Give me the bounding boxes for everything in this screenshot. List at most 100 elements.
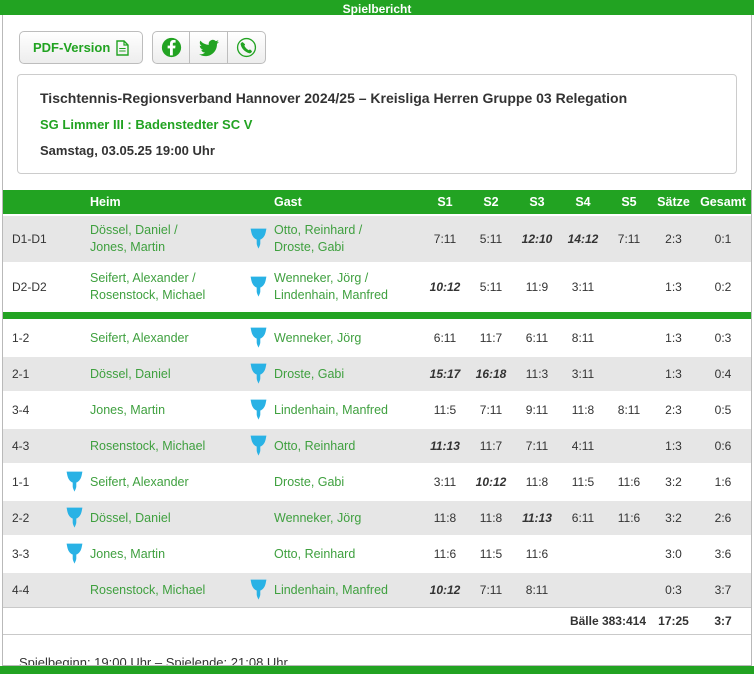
set-score: 10:12 xyxy=(422,263,468,311)
toolbar: PDF-Version xyxy=(3,15,751,74)
sets-result: 3:2 xyxy=(652,464,695,500)
set-score: 12:10 xyxy=(514,215,560,263)
player-link[interactable]: Wenneker, Jörg xyxy=(274,510,422,527)
player-link[interactable]: Jones, Martin xyxy=(90,546,242,563)
results-table-footer: Bälle 383:414 17:25 3:7 xyxy=(3,608,751,635)
player-link[interactable]: Droste, Gabi xyxy=(274,239,422,256)
header-guest-trophy xyxy=(242,190,274,215)
match-number: 1-2 xyxy=(3,320,58,356)
set-score xyxy=(606,356,652,392)
player-link[interactable]: Dössel, Daniel xyxy=(90,510,242,527)
header-s5: S5 xyxy=(606,190,652,215)
set-score: 11:9 xyxy=(514,263,560,311)
home-players: Dössel, Daniel xyxy=(90,356,242,392)
player-link[interactable]: Rosenstock, Michael xyxy=(90,287,242,304)
set-score: 7:11 xyxy=(514,428,560,464)
set-score xyxy=(606,572,652,608)
overall-result: 1:6 xyxy=(695,464,751,500)
results-body: D1-D1Dössel, Daniel /Jones, MartinOtto, … xyxy=(3,215,751,608)
match-row: 2-2Dössel, DanielWenneker, Jörg11:811:81… xyxy=(3,500,751,536)
set-score: 11:6 xyxy=(606,500,652,536)
overall-result: 3:7 xyxy=(695,572,751,608)
match-number: 3-3 xyxy=(3,536,58,572)
set-score: 8:11 xyxy=(606,392,652,428)
header-saetze: Sätze xyxy=(652,190,695,215)
share-whatsapp-button[interactable] xyxy=(228,31,266,64)
trophy-icon xyxy=(250,435,267,457)
player-link[interactable]: Rosenstock, Michael xyxy=(90,438,242,455)
match-row: 1-1Seifert, AlexanderDroste, Gabi3:1110:… xyxy=(3,464,751,500)
guest-players: Lindenhain, Manfred xyxy=(274,392,422,428)
header-match-number xyxy=(3,190,58,215)
competition-title: Tischtennis-Regionsverband Hannover 2024… xyxy=(40,89,714,107)
trophy-icon xyxy=(66,507,83,529)
player-link[interactable]: Jones, Martin xyxy=(90,402,242,419)
player-link[interactable]: Otto, Reinhard / xyxy=(274,222,422,239)
player-link[interactable]: Seifert, Alexander / xyxy=(90,270,242,287)
results-table-header: Heim Gast S1 S2 S3 S4 S5 Sätze Gesamt xyxy=(3,190,751,215)
set-score: 11:5 xyxy=(422,392,468,428)
share-button-group xyxy=(152,31,266,64)
match-row: 4-4Rosenstock, MichaelLindenhain, Manfre… xyxy=(3,572,751,608)
content-panel: PDF-Version xyxy=(2,15,752,666)
set-score: 7:11 xyxy=(468,392,514,428)
home-players: Dössel, Daniel /Jones, Martin xyxy=(90,215,242,263)
home-winner-cell xyxy=(58,392,90,428)
match-number: 2-2 xyxy=(3,500,58,536)
home-winner-cell xyxy=(58,572,90,608)
trophy-icon xyxy=(66,543,83,565)
player-link[interactable]: Dössel, Daniel xyxy=(90,366,242,383)
home-winner-cell xyxy=(58,215,90,263)
player-link[interactable]: Seifert, Alexander xyxy=(90,330,242,347)
player-link[interactable]: Droste, Gabi xyxy=(274,474,422,491)
set-score: 11:7 xyxy=(468,320,514,356)
pdf-version-button[interactable]: PDF-Version xyxy=(19,31,143,64)
player-link[interactable]: Jones, Martin xyxy=(90,239,242,256)
set-score: 5:11 xyxy=(468,263,514,311)
overall-result: 0:1 xyxy=(695,215,751,263)
set-score: 6:11 xyxy=(514,320,560,356)
gesamt-total: 3:7 xyxy=(695,608,751,635)
guest-winner-cell xyxy=(242,464,274,500)
guest-winner-cell xyxy=(242,356,274,392)
player-link[interactable]: Lindenhain, Manfred xyxy=(274,402,422,419)
header-heim: Heim xyxy=(90,190,242,215)
header-s2: S2 xyxy=(468,190,514,215)
match-number: 1-1 xyxy=(3,464,58,500)
set-score: 3:11 xyxy=(560,356,606,392)
player-link[interactable]: Seifert, Alexander xyxy=(90,474,242,491)
set-score: 11:8 xyxy=(560,392,606,428)
share-facebook-button[interactable] xyxy=(152,31,190,64)
guest-players: Otto, Reinhard xyxy=(274,428,422,464)
trophy-icon xyxy=(250,363,267,385)
set-score: 11:13 xyxy=(514,500,560,536)
set-score: 3:11 xyxy=(560,263,606,311)
player-link[interactable]: Dössel, Daniel / xyxy=(90,222,242,239)
header-s4: S4 xyxy=(560,190,606,215)
guest-winner-cell xyxy=(242,572,274,608)
sets-result: 1:3 xyxy=(652,320,695,356)
overall-result: 0:3 xyxy=(695,320,751,356)
player-link[interactable]: Rosenstock, Michael xyxy=(90,582,242,599)
match-pairing-link[interactable]: SG Limmer III : Badenstedter SC V xyxy=(40,117,252,133)
set-score: 9:11 xyxy=(514,392,560,428)
home-winner-cell xyxy=(58,536,90,572)
player-link[interactable]: Wenneker, Jörg / xyxy=(274,270,422,287)
player-link[interactable]: Droste, Gabi xyxy=(274,366,422,383)
home-players: Seifert, Alexander /Rosenstock, Michael xyxy=(90,263,242,311)
player-link[interactable]: Wenneker, Jörg xyxy=(274,330,422,347)
guest-players: Wenneker, Jörg /Lindenhain, Manfred xyxy=(274,263,422,311)
set-score xyxy=(606,536,652,572)
match-number: D1-D1 xyxy=(3,215,58,263)
overall-result: 3:6 xyxy=(695,536,751,572)
share-twitter-button[interactable] xyxy=(190,31,228,64)
home-players: Jones, Martin xyxy=(90,392,242,428)
guest-players: Wenneker, Jörg xyxy=(274,320,422,356)
player-link[interactable]: Lindenhain, Manfred xyxy=(274,582,422,599)
set-score: 8:11 xyxy=(560,320,606,356)
player-link[interactable]: Lindenhain, Manfred xyxy=(274,287,422,304)
player-link[interactable]: Otto, Reinhard xyxy=(274,438,422,455)
home-players: Jones, Martin xyxy=(90,536,242,572)
overall-result: 2:6 xyxy=(695,500,751,536)
player-link[interactable]: Otto, Reinhard xyxy=(274,546,422,563)
